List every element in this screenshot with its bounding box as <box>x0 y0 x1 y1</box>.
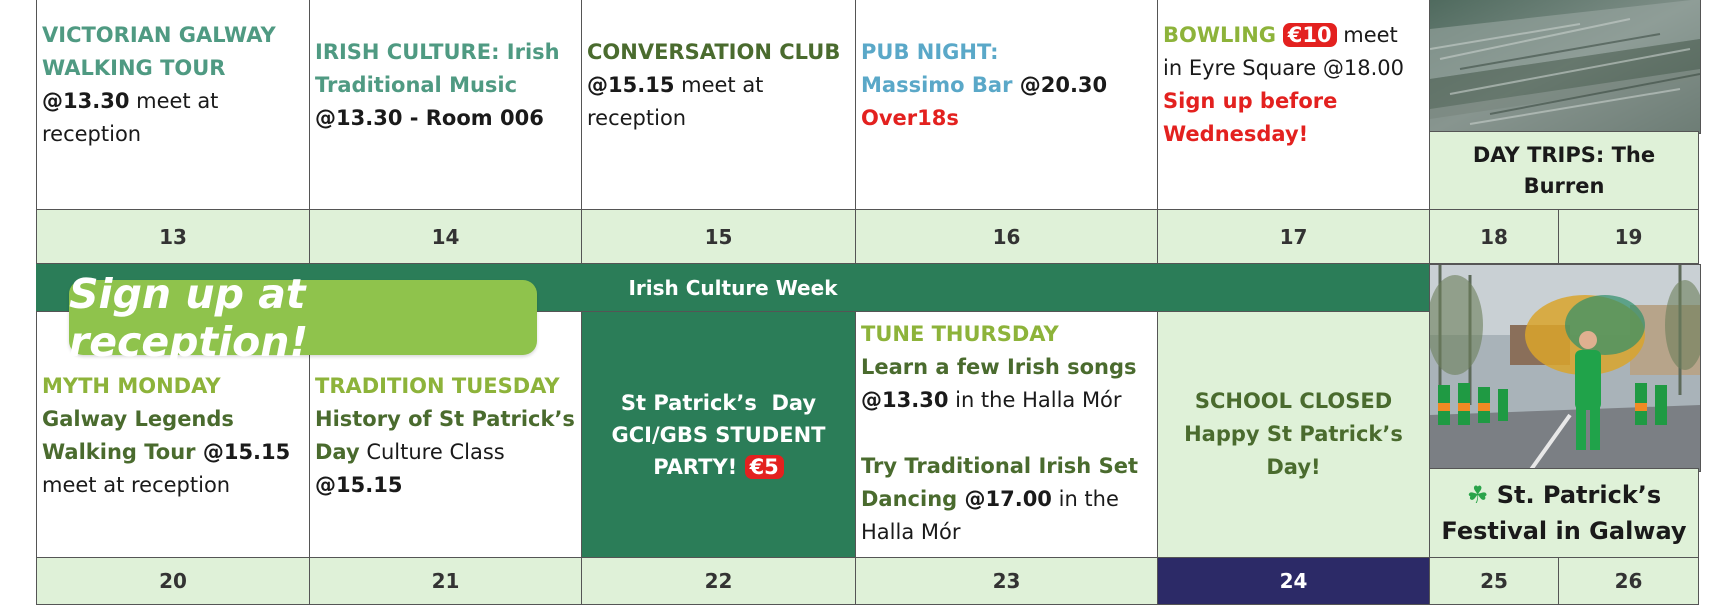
date-23: 23 <box>855 557 1158 605</box>
event-title: PUB NIGHT: <box>861 40 999 64</box>
event-cell-fri-24: SCHOOL CLOSED Happy St Patrick’s Day! <box>1157 311 1430 558</box>
event-title: IRISH CULTURE: Irish Traditional Music <box>315 40 560 97</box>
date-20: 20 <box>36 557 310 605</box>
event-time: @20.30 <box>1012 73 1108 97</box>
event-cell-wed-15: CONVERSATION CLUB @15.15 meet at recepti… <box>581 0 856 210</box>
event-cell-thu-23: TUNE THURSDAY Learn a few Irish songs @1… <box>855 311 1158 558</box>
event-time: @15.15 <box>195 440 291 464</box>
party-line-3: PARTY! <box>653 454 738 479</box>
event-time: @15.15 <box>315 473 403 497</box>
event-detail: Culture Class <box>359 440 505 464</box>
party-line-2: GCI/GBS STUDENT <box>611 422 826 447</box>
date-19: 19 <box>1558 209 1699 264</box>
day-trip-text: DAY TRIPS: The Burren <box>1472 142 1656 198</box>
date-18: 18 <box>1429 209 1559 264</box>
event-subtitle: Learn a few Irish songs <box>861 355 1137 379</box>
event-cell-tue-14: IRISH CULTURE: Irish Traditional Music @… <box>309 0 582 210</box>
event-title: CONVERSATION CLUB <box>587 40 841 64</box>
shamrock-icon: ☘ <box>1466 481 1489 509</box>
signup-callout: Sign up at reception! <box>69 270 537 366</box>
parade-image <box>1430 265 1700 471</box>
event-title: VICTORIAN GALWAY WALKING TOUR <box>42 23 276 80</box>
event-title: MYTH MONDAY <box>42 374 221 398</box>
date-21: 21 <box>309 557 582 605</box>
date-15: 15 <box>581 209 856 264</box>
date-14: 14 <box>309 209 582 264</box>
event-time: @13.30 <box>42 89 130 113</box>
event-title: TRADITION TUESDAY <box>315 374 560 398</box>
date-22: 22 <box>581 557 856 605</box>
event-time: @13.30 - Room 006 <box>315 106 544 130</box>
event-time: @15.15 <box>587 73 675 97</box>
date-25: 25 <box>1429 557 1559 605</box>
event-cell-fri-17: BOWLING €10 meet in Eyre Square @18.00 S… <box>1157 0 1430 210</box>
event-time: @13.30 <box>861 388 949 412</box>
event-detail: in the Halla Mór <box>948 388 1122 412</box>
price-badge: €5 <box>744 454 784 479</box>
date-16: 16 <box>855 209 1158 264</box>
school-closed-text: SCHOOL CLOSED <box>1194 389 1393 413</box>
signup-note: Sign up before Wednesday! <box>1163 89 1338 146</box>
event-title: BOWLING <box>1163 23 1277 47</box>
event-venue: Massimo Bar <box>861 73 1013 97</box>
party-line-1: St Patrick’s Day <box>620 390 817 415</box>
holiday-greeting: Happy St Patrick’s Day! <box>1184 422 1403 479</box>
age-note: Over18s <box>861 106 959 130</box>
event-cell-thu-16: PUB NIGHT: Massimo Bar @20.30 Over18s <box>855 0 1158 210</box>
event-time: @17.00 <box>957 487 1052 511</box>
event-cell-mon-13: VICTORIAN GALWAY WALKING TOUR @13.30 mee… <box>36 0 310 210</box>
price-badge: €10 <box>1282 23 1337 47</box>
event-title: TUNE THURSDAY <box>861 322 1059 346</box>
burren-landscape-image <box>1430 0 1700 133</box>
event-detail: meet at reception <box>42 473 231 497</box>
day-trip-label: DAY TRIPS: The Burren <box>1429 131 1699 210</box>
festival-label: ☘ St. Patrick’s Festival in Galway <box>1429 468 1699 558</box>
date-17: 17 <box>1157 209 1430 264</box>
burren-photo <box>1429 0 1701 134</box>
date-13: 13 <box>36 209 310 264</box>
date-26: 26 <box>1558 557 1699 605</box>
parade-photo <box>1429 264 1701 472</box>
date-24: 24 <box>1157 557 1430 605</box>
event-cell-wed-22: St Patrick’s Day GCI/GBS STUDENT PARTY! … <box>581 311 856 558</box>
